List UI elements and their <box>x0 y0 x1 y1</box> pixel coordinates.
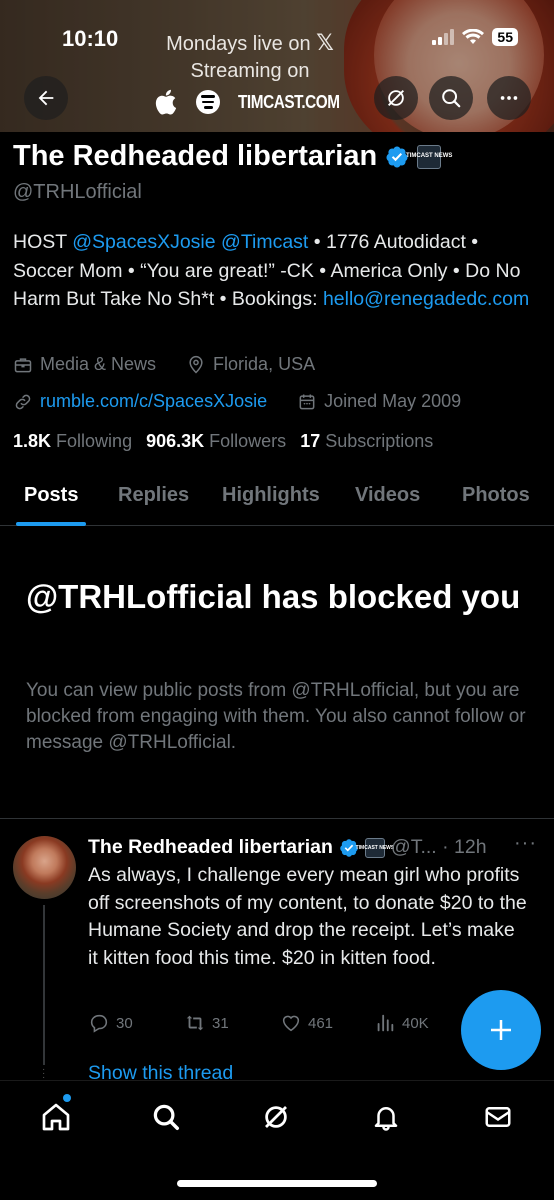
banner-text-line2: Streaming on <box>190 60 310 82</box>
wifi-icon <box>462 29 485 44</box>
plus-icon <box>491 1020 511 1040</box>
search-icon <box>153 1104 179 1130</box>
following-stat[interactable]: 1.8K Following <box>13 431 132 452</box>
timcast-brand: TIMCAST.COM <box>238 91 340 112</box>
thread-line <box>43 905 45 1065</box>
grok-icon <box>388 90 404 106</box>
profile-category: Media & News <box>40 354 157 374</box>
cellular-signal-icon <box>432 29 455 45</box>
tweet-header: The Redheaded libertarian TIMCAST NEWS @… <box>88 836 487 859</box>
nav-messages[interactable] <box>478 1097 518 1137</box>
nav-grok[interactable] <box>256 1097 296 1137</box>
mention-link[interactable]: @Timcast <box>221 231 308 253</box>
profile-website-link[interactable]: rumble.com/c/SpacesXJosie <box>40 391 267 412</box>
profile-meta-row: Media & News Florida, USA <box>13 354 315 375</box>
bell-icon <box>374 1107 398 1131</box>
briefcase-icon <box>14 357 32 372</box>
like-button[interactable]: 461 <box>280 1012 333 1034</box>
link-icon <box>15 394 31 409</box>
tab-posts[interactable]: Posts <box>24 484 78 507</box>
profile-display-name: The Redheaded libertarian <box>13 140 378 172</box>
grok-icon <box>265 1106 287 1128</box>
email-link[interactable]: hello@renegadedc.com <box>323 288 529 310</box>
profile-name: The Redheaded libertarian TIMCAST NEWS <box>13 140 452 173</box>
reply-button[interactable]: 30 <box>88 1012 133 1034</box>
x-logo-icon: 𝕏 <box>316 30 334 55</box>
affiliate-badge[interactable]: TIMCAST NEWS <box>406 144 452 169</box>
avatar[interactable] <box>13 836 76 899</box>
repost-button[interactable]: 31 <box>184 1012 229 1034</box>
views-chart-icon <box>377 1014 394 1032</box>
status-indicators: 55 <box>432 28 518 46</box>
unread-dot <box>63 1094 71 1102</box>
tweet-more-icon[interactable]: ··· <box>514 832 537 855</box>
profile-bio: HOST @SpacesXJosie @Timcast • 1776 Autod… <box>13 231 530 310</box>
active-tab-indicator <box>16 522 86 526</box>
tab-replies[interactable]: Replies <box>118 484 189 507</box>
affiliate-badge: TIMCAST NEWS <box>356 837 394 858</box>
views-button[interactable]: 40K <box>374 1012 429 1034</box>
more-options-button[interactable] <box>487 76 531 120</box>
profile-stats: 1.8K Following 906.3K Followers 17 Subsc… <box>13 431 433 452</box>
tab-highlights[interactable]: Highlights <box>222 484 320 507</box>
blocked-description: You can view public posts from @TRHLoffi… <box>26 680 526 753</box>
thread-continuation-dots: · · · <box>42 1064 46 1083</box>
followers-stat[interactable]: 906.3K Followers <box>146 431 286 452</box>
home-indicator[interactable] <box>177 1180 377 1187</box>
battery-indicator: 55 <box>492 28 518 46</box>
nav-notifications[interactable] <box>366 1097 406 1137</box>
location-pin-icon <box>189 355 203 374</box>
banner-platforms: TIMCAST.COM <box>152 88 358 116</box>
nav-search[interactable] <box>146 1097 186 1137</box>
profile-joined-date: Joined May 2009 <box>324 391 462 411</box>
spotify-icon <box>196 90 220 114</box>
back-button[interactable] <box>24 76 68 120</box>
home-icon <box>42 1103 70 1131</box>
tweet-handle-time: @T... · 12h <box>390 836 487 858</box>
profile-tabs: Posts Replies Highlights Videos Photos <box>0 470 554 526</box>
divider <box>0 818 554 819</box>
calendar-icon <box>299 394 315 409</box>
apple-icon <box>155 89 177 115</box>
blocked-title: @TRHLofficial has blocked you <box>26 578 521 615</box>
tweet-author-name[interactable]: The Redheaded libertarian <box>88 836 333 859</box>
repost-icon <box>186 1015 204 1031</box>
envelope-icon <box>485 1107 511 1127</box>
arrow-left-icon <box>38 90 54 106</box>
search-icon <box>442 89 461 108</box>
profile-meta-row: rumble.com/c/SpacesXJosie Joined May 200… <box>13 391 461 412</box>
banner-text-line1: Mondays live on 𝕏 <box>166 30 334 55</box>
profile-handle: @TRHLofficial <box>13 181 142 203</box>
tab-videos[interactable]: Videos <box>355 484 420 507</box>
grok-button[interactable] <box>374 76 418 120</box>
heart-icon <box>282 1015 300 1032</box>
reply-icon <box>90 1014 108 1033</box>
compose-button[interactable] <box>461 990 541 1070</box>
search-button[interactable] <box>429 76 473 120</box>
mention-link[interactable]: @SpacesXJosie <box>72 231 215 253</box>
more-horizontal-icon <box>500 96 518 100</box>
subscriptions-stat[interactable]: 17 Subscriptions <box>300 431 433 452</box>
status-time: 10:10 <box>62 26 119 51</box>
profile-location: Florida, USA <box>213 354 316 374</box>
nav-home[interactable] <box>36 1097 76 1137</box>
tab-photos[interactable]: Photos <box>462 484 530 507</box>
tweet-text: As always, I challenge every mean girl w… <box>88 864 527 969</box>
